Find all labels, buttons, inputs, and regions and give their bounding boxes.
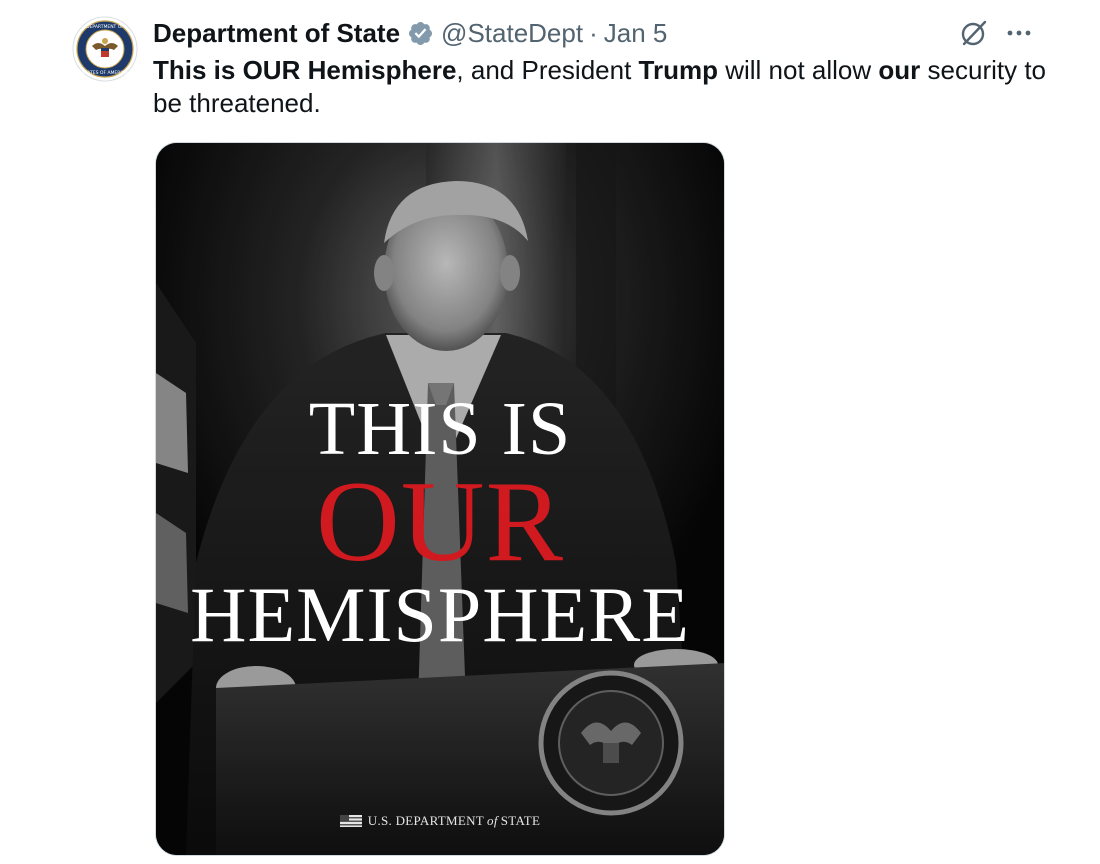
handle[interactable]: @StateDept xyxy=(441,18,583,49)
poster-headline-line3: HEMISPHERE xyxy=(190,571,690,658)
tweet-text-part: Trump xyxy=(638,55,718,85)
avatar[interactable]: DEPARTMENT OF STATES OF AMERICA xyxy=(72,16,138,82)
tweet-text-part: our xyxy=(878,55,921,85)
footer-text-suffix: STATE xyxy=(500,813,541,828)
display-name[interactable]: Department of State xyxy=(153,18,400,49)
tweet-text: This is OUR Hemisphere, and President Tr… xyxy=(153,54,1053,120)
poster-footer-logo: U.S. DEPARTMENT of STATE xyxy=(156,813,724,829)
footer-text-prefix: U.S. DEPARTMENT xyxy=(367,813,485,828)
department-of-state-seal-icon: DEPARTMENT OF STATES OF AMERICA xyxy=(72,16,138,82)
flag-icon xyxy=(339,815,362,827)
tweet-text-part: This is OUR Hemisphere xyxy=(153,55,457,85)
svg-text:STATES OF AMERICA: STATES OF AMERICA xyxy=(82,70,129,76)
verified-badge-icon[interactable] xyxy=(407,20,434,47)
more-options-icon[interactable] xyxy=(1004,19,1034,47)
tweet-text-part: will not allow xyxy=(718,55,879,85)
poster-headline-line2: OUR xyxy=(316,458,564,586)
svg-text:DEPARTMENT OF: DEPARTMENT OF xyxy=(86,24,124,30)
separator-dot: · xyxy=(589,17,598,48)
tweet-header: Department of State @StateDept · Jan 5 xyxy=(153,14,667,52)
grok-icon[interactable] xyxy=(958,17,990,49)
tweet-media-image[interactable]: THIS IS OUR HEMISPHERE U.S. DEPARTMENT o… xyxy=(155,142,725,856)
tweet-date[interactable]: Jan 5 xyxy=(604,18,668,49)
footer-text-of: of xyxy=(487,813,498,828)
tweet-text-part: , and President xyxy=(456,55,639,85)
poster-headline-line1: THIS IS xyxy=(308,387,572,471)
